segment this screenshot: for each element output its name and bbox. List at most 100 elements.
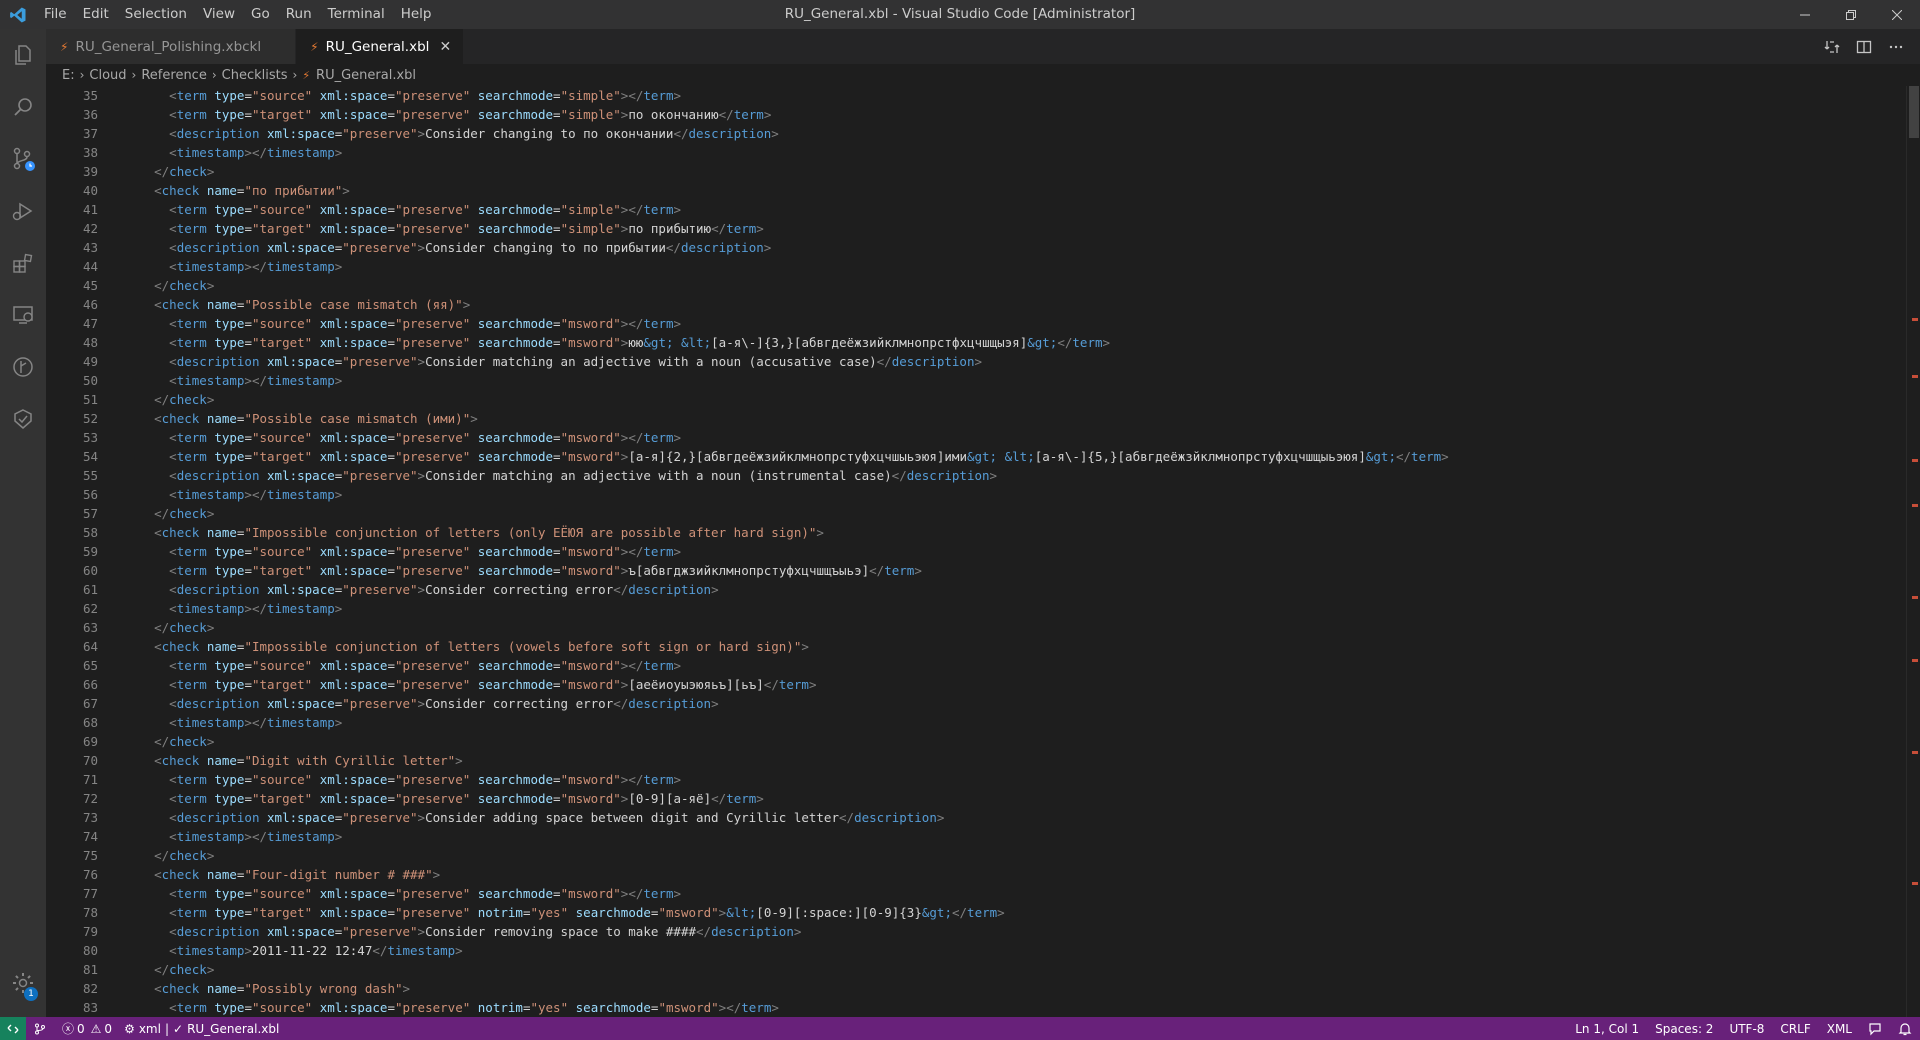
- indentation[interactable]: Spaces: 2: [1647, 1017, 1721, 1040]
- breadcrumb-drive[interactable]: E:: [62, 68, 75, 83]
- code-line[interactable]: 80 <timestamp>2011-11-22 12:47</timestam…: [46, 941, 1920, 960]
- code-line[interactable]: 53 <term type="source" xml:space="preser…: [46, 428, 1920, 447]
- run-debug-button[interactable]: [0, 185, 46, 237]
- problems-button[interactable]: ⓧ 0 ⚠ 0: [54, 1017, 120, 1040]
- menu-run[interactable]: Run: [278, 0, 320, 29]
- menu-selection[interactable]: Selection: [117, 0, 195, 29]
- code-line[interactable]: 51 </check>: [46, 390, 1920, 409]
- menu-file[interactable]: File: [36, 0, 75, 29]
- code-line[interactable]: 73 <description xml:space="preserve">Con…: [46, 808, 1920, 827]
- code-text: <term type="target" xml:space="preserve"…: [169, 563, 922, 578]
- line-number: 76: [82, 867, 98, 882]
- remote-indicator-button[interactable]: [0, 1017, 26, 1040]
- code-line[interactable]: 75 </check>: [46, 846, 1920, 865]
- menu-help[interactable]: Help: [393, 0, 440, 29]
- code-line[interactable]: 83 <term type="source" xml:space="preser…: [46, 998, 1920, 1017]
- code-line[interactable]: 40 <check name="по прибытии">: [46, 181, 1920, 200]
- restore-button[interactable]: [1828, 0, 1874, 29]
- menu-go[interactable]: Go: [243, 0, 278, 29]
- git-branch-button[interactable]: [26, 1017, 54, 1040]
- code-line[interactable]: 66 <term type="target" xml:space="preser…: [46, 675, 1920, 694]
- testing-button[interactable]: [0, 393, 46, 445]
- code-line[interactable]: 50 <timestamp></timestamp>: [46, 371, 1920, 390]
- code-line[interactable]: 38 <timestamp></timestamp>: [46, 143, 1920, 162]
- breadcrumb-file[interactable]: ⚡ RU_General.xbl: [302, 68, 416, 83]
- code-line[interactable]: 58 <check name="Impossible conjunction o…: [46, 523, 1920, 542]
- cursor-position[interactable]: Ln 1, Col 1: [1567, 1017, 1647, 1040]
- code-line[interactable]: 44 <timestamp></timestamp>: [46, 257, 1920, 276]
- code-line[interactable]: 65 <term type="source" xml:space="preser…: [46, 656, 1920, 675]
- code-lines: 35 <term type="source" xml:space="preser…: [46, 86, 1920, 1017]
- code-line[interactable]: 76 <check name="Four-digit number # ###"…: [46, 865, 1920, 884]
- code-line[interactable]: 68 <timestamp></timestamp>: [46, 713, 1920, 732]
- code-line[interactable]: 49 <description xml:space="preserve">Con…: [46, 352, 1920, 371]
- menu-view[interactable]: View: [195, 0, 243, 29]
- code-line[interactable]: 82 <check name="Possibly wrong dash">: [46, 979, 1920, 998]
- line-number: 60: [82, 563, 98, 578]
- code-line[interactable]: 61 <description xml:space="preserve">Con…: [46, 580, 1920, 599]
- code-line[interactable]: 72 <term type="target" xml:space="preser…: [46, 789, 1920, 808]
- code-line[interactable]: 42 <term type="target" xml:space="preser…: [46, 219, 1920, 238]
- vertical-scrollbar[interactable]: [1906, 86, 1920, 1017]
- error-icon: ⓧ: [62, 1022, 75, 1036]
- code-line[interactable]: 64 <check name="Impossible conjunction o…: [46, 637, 1920, 656]
- code-line[interactable]: 52 <check name="Possible case mismatch (…: [46, 409, 1920, 428]
- open-changes-button[interactable]: [1816, 29, 1848, 64]
- code-line[interactable]: 74 <timestamp></timestamp>: [46, 827, 1920, 846]
- manage-button[interactable]: 1: [0, 957, 46, 1009]
- code-line[interactable]: 81 </check>: [46, 960, 1920, 979]
- tab-ru-general[interactable]: ⚡ RU_General.xbl ✕: [296, 29, 465, 64]
- code-line[interactable]: 46 <check name="Possible case mismatch (…: [46, 295, 1920, 314]
- code-line[interactable]: 71 <term type="source" xml:space="preser…: [46, 770, 1920, 789]
- breadcrumb-checklists[interactable]: Checklists: [222, 68, 288, 83]
- encoding[interactable]: UTF-8: [1721, 1017, 1772, 1040]
- code-line[interactable]: 36 <term type="target" xml:space="preser…: [46, 105, 1920, 124]
- remote-explorer-button[interactable]: [0, 289, 46, 341]
- code-line[interactable]: 78 <term type="target" xml:space="preser…: [46, 903, 1920, 922]
- code-line[interactable]: 67 <description xml:space="preserve">Con…: [46, 694, 1920, 713]
- code-line[interactable]: 79 <description xml:space="preserve">Con…: [46, 922, 1920, 941]
- code-line[interactable]: 45 </check>: [46, 276, 1920, 295]
- explorer-button[interactable]: [0, 29, 46, 81]
- close-window-button[interactable]: [1874, 0, 1920, 29]
- split-editor-button[interactable]: [1848, 29, 1880, 64]
- code-line[interactable]: 69 </check>: [46, 732, 1920, 751]
- search-button[interactable]: [0, 81, 46, 133]
- code-line[interactable]: 41 <term type="source" xml:space="preser…: [46, 200, 1920, 219]
- breadcrumb-cloud[interactable]: Cloud: [89, 68, 126, 83]
- menu-edit[interactable]: Edit: [75, 0, 117, 29]
- code-line[interactable]: 37 <description xml:space="preserve">Con…: [46, 124, 1920, 143]
- code-line[interactable]: 70 <check name="Digit with Cyrillic lett…: [46, 751, 1920, 770]
- more-actions-button[interactable]: [1880, 29, 1912, 64]
- scrollbar-thumb[interactable]: [1909, 86, 1919, 138]
- end-of-line[interactable]: CRLF: [1772, 1017, 1818, 1040]
- code-line[interactable]: 63 </check>: [46, 618, 1920, 637]
- code-line[interactable]: 56 <timestamp></timestamp>: [46, 485, 1920, 504]
- notifications-button[interactable]: [1890, 1017, 1920, 1040]
- code-line[interactable]: 35 <term type="source" xml:space="preser…: [46, 86, 1920, 105]
- breadcrumb-reference[interactable]: Reference: [141, 68, 206, 83]
- minimize-button[interactable]: [1782, 0, 1828, 29]
- extensions-button[interactable]: [0, 237, 46, 289]
- code-line[interactable]: 54 <term type="target" xml:space="preser…: [46, 447, 1920, 466]
- code-line[interactable]: 77 <term type="source" xml:space="preser…: [46, 884, 1920, 903]
- close-icon[interactable]: ✕: [437, 39, 453, 55]
- chevron-right-icon: ›: [211, 68, 217, 82]
- code-editor[interactable]: 35 <term type="source" xml:space="preser…: [46, 86, 1920, 1017]
- code-line[interactable]: 43 <description xml:space="preserve">Con…: [46, 238, 1920, 257]
- file-info-item[interactable]: ⚙ xml | ✓ RU_General.xbl: [120, 1017, 287, 1040]
- code-line[interactable]: 47 <term type="source" xml:space="preser…: [46, 314, 1920, 333]
- code-line[interactable]: 39 </check>: [46, 162, 1920, 181]
- source-control-button[interactable]: [0, 133, 46, 185]
- code-line[interactable]: 60 <term type="target" xml:space="preser…: [46, 561, 1920, 580]
- menu-terminal[interactable]: Terminal: [320, 0, 393, 29]
- timeline-button[interactable]: [0, 341, 46, 393]
- code-line[interactable]: 48 <term type="target" xml:space="preser…: [46, 333, 1920, 352]
- code-line[interactable]: 62 <timestamp></timestamp>: [46, 599, 1920, 618]
- code-line[interactable]: 59 <term type="source" xml:space="preser…: [46, 542, 1920, 561]
- tab-ru-general-polishing[interactable]: ⚡ RU_General_Polishing.xbckl: [46, 29, 297, 64]
- language-mode[interactable]: XML: [1819, 1017, 1860, 1040]
- feedback-button[interactable]: [1860, 1017, 1890, 1040]
- code-line[interactable]: 57 </check>: [46, 504, 1920, 523]
- code-line[interactable]: 55 <description xml:space="preserve">Con…: [46, 466, 1920, 485]
